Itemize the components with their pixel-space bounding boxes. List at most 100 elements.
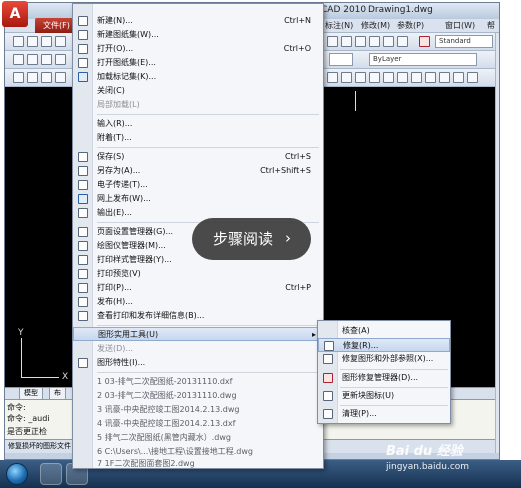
menu-item-partial-load: 局部加载(L) xyxy=(73,98,325,112)
print-icon[interactable] xyxy=(55,36,66,47)
application-button[interactable]: A xyxy=(2,1,28,27)
submenu-item-update-block-icons[interactable]: 更新块图标(U) xyxy=(318,389,450,403)
recent-file-item[interactable]: 1 03-排气二次配图纸-20131110.dxf xyxy=(73,375,325,389)
menu-item-shortcut: Ctrl+Shift+S xyxy=(260,166,311,175)
offset-icon[interactable] xyxy=(369,72,380,83)
menu-item-new[interactable]: 新建(N)... Ctrl+N xyxy=(73,14,325,28)
menu-item-drawing-utilities[interactable]: 图形实用工具(U) ▸ xyxy=(73,327,325,341)
rotate-icon[interactable] xyxy=(355,72,366,83)
new-icon[interactable] xyxy=(13,36,24,47)
linetype-combo[interactable]: ByLayer xyxy=(369,53,477,66)
line-icon[interactable] xyxy=(13,72,24,83)
menu-item-import[interactable]: 输入(R)... xyxy=(73,117,325,131)
markup-icon[interactable] xyxy=(383,36,394,47)
menu-item-label: 输入(R)... xyxy=(97,119,133,128)
sun-icon[interactable] xyxy=(41,54,52,65)
plotter-icon xyxy=(78,241,88,251)
menu-item-close[interactable]: 关闭(C) xyxy=(73,84,325,98)
break-icon[interactable] xyxy=(411,72,422,83)
menu-separator xyxy=(97,325,319,326)
drawing-title: Drawing1.dwg xyxy=(368,5,433,15)
menu-item-label: 绘图仪管理器(M)... xyxy=(97,241,166,250)
bulb-icon[interactable] xyxy=(27,54,38,65)
submenu-item-purge[interactable]: 清理(P)... xyxy=(318,407,450,421)
menu-item-drawing-properties[interactable]: 图形特性(I)... xyxy=(73,356,325,370)
help-icon[interactable] xyxy=(397,36,408,47)
trim-icon[interactable] xyxy=(383,72,394,83)
recent-file-label: 6 C:\Users\...\接地工程\设置接地工程.dwg xyxy=(97,447,253,456)
new-file-icon xyxy=(78,16,88,26)
menu-item-label: 发送(D)... xyxy=(97,344,134,353)
palette-strip xyxy=(495,33,499,453)
file-menu-tab[interactable]: 文件(F) xyxy=(35,18,75,33)
chamfer-icon[interactable] xyxy=(439,72,450,83)
menu-item-label: 加载标记集(K)... xyxy=(97,72,157,81)
menu-item-publish-web[interactable]: 网上发布(W)... xyxy=(73,192,325,206)
taskbar-browser-icon[interactable] xyxy=(40,463,62,485)
submenu-item-recover[interactable]: 修复(R)... xyxy=(318,338,450,352)
menu-item-load-markup[interactable]: 加载标记集(K)... xyxy=(73,70,325,84)
rectangle-icon[interactable] xyxy=(55,72,66,83)
menu-item-label: 网上发布(W)... xyxy=(97,194,151,203)
properties-icon[interactable] xyxy=(327,36,338,47)
color-combo[interactable] xyxy=(329,53,353,66)
menu-item-open-sheet-set[interactable]: 打开图纸集(E)... xyxy=(73,56,325,70)
match-icon[interactable] xyxy=(355,36,366,47)
menu-dimension[interactable]: 标注(N) xyxy=(325,20,353,31)
menu-item-shortcut: Ctrl+N xyxy=(284,16,311,25)
menu-item-plot-preview[interactable]: 打印预览(V) xyxy=(73,267,325,281)
purge-icon xyxy=(323,409,333,419)
recent-file-item[interactable]: 3 讯豪-中央配控竣工图2014.2.13.dwg xyxy=(73,403,325,417)
floppy-disk-icon xyxy=(78,152,88,162)
menu-window[interactable]: 窗口(W) xyxy=(445,20,475,31)
save-icon[interactable] xyxy=(41,36,52,47)
explode-icon[interactable] xyxy=(467,72,478,83)
lock-icon[interactable] xyxy=(55,54,66,65)
text-style-combo[interactable]: Standard xyxy=(435,35,493,48)
menu-help[interactable]: 帮 xyxy=(487,20,495,31)
menu-item-label: 打开(O)... xyxy=(97,44,134,53)
menu-item-open[interactable]: 打开(O)... Ctrl+O xyxy=(73,42,325,56)
submenu-item-recovery-manager[interactable]: 图形修复管理器(D)... xyxy=(318,371,450,385)
submenu-item-audit[interactable]: 核查(A) xyxy=(318,324,450,338)
plot-details-icon xyxy=(78,311,88,321)
join-icon[interactable] xyxy=(425,72,436,83)
stretch-icon[interactable] xyxy=(327,72,338,83)
recent-file-item[interactable]: 4 讯豪-中央配控竣工图2014.2.13.dxf xyxy=(73,417,325,431)
menu-item-label: 新建(N)... xyxy=(97,16,133,25)
menu-item-shortcut: Ctrl+P xyxy=(285,283,311,292)
menu-item-plot[interactable]: 打印(P)... Ctrl+P xyxy=(73,281,325,295)
layer-icon[interactable] xyxy=(341,36,352,47)
fillet-icon[interactable] xyxy=(453,72,464,83)
calc-icon[interactable] xyxy=(369,36,380,47)
recent-file-item[interactable]: 7 1F二次配图面套图2.dwg xyxy=(73,457,325,471)
menu-item-plot-details[interactable]: 查看打印和发布详细信息(B)... xyxy=(73,309,325,323)
submenu-item-recover-xrefs[interactable]: 修复图形和外部参照(X)... xyxy=(318,352,450,366)
menu-item-save[interactable]: 保存(S) Ctrl+S xyxy=(73,150,325,164)
menu-item-label: 图形特性(I)... xyxy=(97,358,146,367)
start-button[interactable] xyxy=(6,463,28,485)
step-reading-button[interactable]: 步骤阅读 › xyxy=(192,218,311,260)
polygon-icon[interactable] xyxy=(41,72,52,83)
scale-icon[interactable] xyxy=(341,72,352,83)
command-history-line: 命令: xyxy=(7,403,26,412)
recent-file-item[interactable]: 5 排气二次配图纸(黑管内藏水）.dwg xyxy=(73,431,325,445)
menu-item-label: 图形实用工具(U) xyxy=(98,330,159,339)
menu-item-save-as[interactable]: 另存为(A)... Ctrl+Shift+S xyxy=(73,164,325,178)
command-history-line: 命令: _audi xyxy=(7,414,50,423)
menu-parametric[interactable]: 参数(P) xyxy=(397,20,424,31)
recent-file-item[interactable]: 2 03-排气二次配图纸-20131110.dwg xyxy=(73,389,325,403)
extend-icon[interactable] xyxy=(397,72,408,83)
menu-item-new-sheet-set[interactable]: 新建图纸集(W)... xyxy=(73,28,325,42)
recover-icon xyxy=(324,341,334,351)
menu-item-etransmit[interactable]: 电子传递(T)... xyxy=(73,178,325,192)
open-icon[interactable] xyxy=(27,36,38,47)
text-style-icon[interactable] xyxy=(419,36,430,47)
globe-icon xyxy=(78,194,88,204)
polyline-icon[interactable] xyxy=(27,72,38,83)
menu-modify[interactable]: 修改(M) xyxy=(361,20,390,31)
markup-set-icon xyxy=(78,72,88,82)
layer-manager-icon[interactable] xyxy=(13,54,24,65)
menu-item-publish[interactable]: 发布(H)... xyxy=(73,295,325,309)
menu-item-attach[interactable]: 附着(T)... xyxy=(73,131,325,145)
